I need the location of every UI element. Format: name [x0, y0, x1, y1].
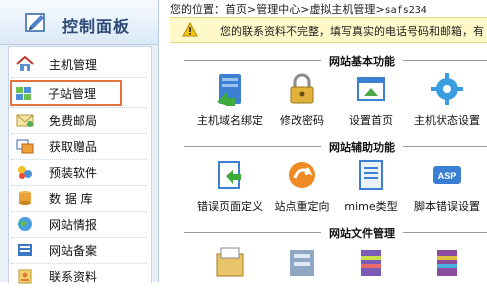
section-file-management-title: 网站文件管理	[170, 225, 487, 241]
domain-binding-icon	[217, 74, 241, 106]
sidebar-item-label: 预装软件	[49, 166, 98, 180]
tile-caption: mime类型	[344, 200, 398, 213]
section-title-text: 网站基本功能	[321, 53, 403, 69]
breadcrumb-current-host: safs234	[384, 5, 427, 16]
backup-icon	[290, 250, 314, 276]
sidebar: 控制面板 主机管理 子站管理 免费邮局 获取赠品 预装软件 数 据 库 网站情报…	[0, 0, 159, 284]
svg-text:ASP: ASP	[438, 171, 457, 181]
breadcrumb-prefix: 您的位置：	[170, 3, 225, 16]
sidebar-nav: 主机管理 子站管理 免费邮局 获取赠品 预装软件 数 据 库 网站情报 网站备案…	[8, 46, 152, 284]
sidebar-item-label: 子站管理	[48, 87, 97, 101]
gear-icon	[431, 73, 463, 105]
sidebar-item-label: 联系资料	[49, 270, 98, 284]
sidebar-item-label: 数 据 库	[49, 192, 93, 206]
file-tile-1[interactable]	[190, 244, 270, 304]
tile-caption: 站点重定向	[274, 200, 330, 213]
sidebar-item-label: 网站情报	[49, 218, 98, 232]
breadcrumb-management-center-link[interactable]: 管理中心	[256, 3, 300, 16]
database-icon	[19, 191, 31, 205]
mime-document-icon	[359, 160, 383, 190]
file-tile-4[interactable]	[407, 244, 487, 304]
sidebar-item-label: 网站备案	[49, 244, 98, 258]
sidebar-item-subsite-management[interactable]: 子站管理	[10, 80, 122, 106]
panel-title: 控制面板	[62, 17, 131, 36]
set-homepage-tile[interactable]: 设置首页	[331, 72, 411, 132]
tile-caption: 脚本错误设置	[414, 200, 480, 213]
tile-caption: 主机状态设置	[414, 114, 480, 127]
sidebar-item-contact-info[interactable]: 联系资料	[11, 264, 147, 288]
sidebar-item-database[interactable]: 数 据 库	[11, 186, 147, 210]
panel-header: 控制面板	[0, 0, 158, 45]
site-redirect-tile[interactable]: 站点重定向	[262, 158, 342, 218]
file-tile-2[interactable]	[262, 244, 342, 304]
sidebar-item-get-gifts[interactable]: 获取赠品	[11, 134, 147, 158]
breadcrumb-home-link[interactable]: 首页	[225, 3, 247, 16]
domain-binding-tile[interactable]: 主机域名绑定	[190, 72, 270, 132]
warning-icon	[182, 22, 198, 37]
file-manager-icon	[216, 247, 244, 277]
sidebar-item-site-record[interactable]: 网站备案	[11, 238, 147, 262]
section-basic-functions-title: 网站基本功能	[170, 53, 487, 69]
sidebar-item-preinstalled-software[interactable]: 预装软件	[11, 160, 147, 184]
compress-icon	[437, 250, 457, 276]
change-password-tile[interactable]: 修改密码	[262, 72, 342, 132]
envelope-icon	[16, 114, 34, 127]
file-tile-3[interactable]	[331, 244, 411, 304]
incomplete-info-notice: 您的联系资料不完整，填写真实的电话号码和邮箱，有	[170, 17, 487, 43]
sidebar-item-label: 主机管理	[49, 58, 98, 72]
script-error-tile[interactable]: ASP 脚本错误设置	[407, 158, 487, 218]
breadcrumb-separator: >	[375, 3, 385, 16]
software-icon	[18, 166, 32, 179]
notice-text: 您的联系资料不完整，填写真实的电话号码和邮箱，有	[220, 25, 484, 38]
tile-caption: 主机域名绑定	[197, 114, 263, 127]
section-title-text: 网站辅助功能	[321, 139, 403, 155]
archive-icon	[361, 250, 381, 276]
sidebar-item-label: 获取赠品	[49, 140, 98, 154]
house-icon	[16, 56, 34, 71]
record-icon	[18, 244, 32, 256]
error-page-tile[interactable]: 错误页面定义	[190, 158, 270, 218]
gift-icon	[16, 139, 34, 154]
tile-caption: 设置首页	[349, 114, 393, 127]
breadcrumb-virtual-host-link[interactable]: 虚拟主机管理	[309, 3, 375, 16]
lock-icon	[290, 73, 314, 104]
sidebar-item-free-mail[interactable]: 免费邮局	[11, 108, 147, 132]
breadcrumb: 您的位置：首页>管理中心>虚拟主机管理>safs234	[170, 1, 427, 17]
homepage-icon	[357, 77, 385, 101]
host-status-tile[interactable]: 主机状态设置	[407, 72, 487, 132]
breadcrumb-separator: >	[247, 3, 257, 16]
redirect-icon	[289, 162, 315, 188]
subsite-icon	[16, 87, 31, 100]
control-panel-icon	[25, 13, 45, 32]
tile-caption: 错误页面定义	[197, 200, 263, 213]
asp-script-icon: ASP	[433, 166, 461, 184]
section-auxiliary-functions-title: 网站辅助功能	[170, 139, 487, 155]
mime-type-tile[interactable]: mime类型	[331, 158, 411, 218]
sidebar-item-label: 免费邮局	[49, 114, 98, 128]
sidebar-item-site-intel[interactable]: 网站情报	[11, 212, 147, 236]
tile-caption: 修改密码	[280, 114, 324, 127]
globe-icon	[18, 217, 32, 231]
section-title-text: 网站文件管理	[321, 225, 403, 241]
sidebar-item-host-management[interactable]: 主机管理	[11, 52, 147, 76]
error-page-icon	[218, 161, 241, 189]
